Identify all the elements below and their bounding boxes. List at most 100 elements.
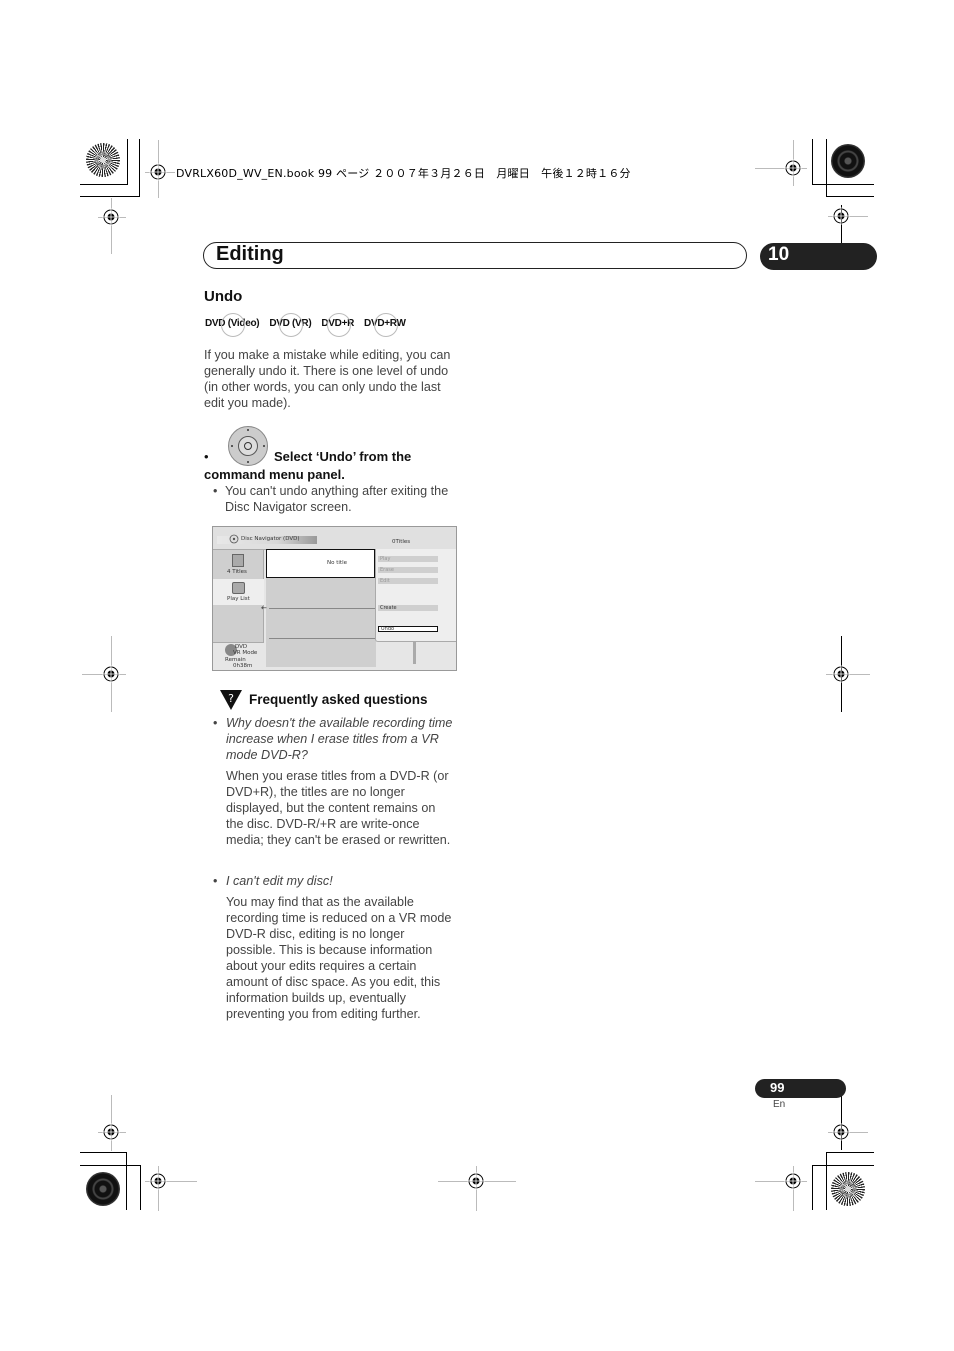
crop-line	[812, 139, 813, 185]
disc-compatibility-badges: DVD (Video) DVD (VR) DVD+R DVD+RW	[204, 312, 407, 337]
text-line: possible. This is because information	[226, 943, 433, 957]
badge-dvd-plus-r: DVD+R	[321, 312, 355, 337]
registration-target-icon	[784, 159, 802, 177]
crop-line	[111, 198, 112, 254]
registration-target-icon	[102, 1123, 120, 1141]
faq-answer: You may find that as the available recor…	[226, 894, 476, 1022]
registration-target-icon	[149, 163, 167, 181]
disc-mode: VR Mode	[233, 650, 258, 656]
playlist-icon	[232, 582, 245, 594]
registration-target-icon	[102, 665, 120, 683]
crop-line	[127, 139, 128, 185]
crop-line	[126, 1152, 127, 1210]
remote-joystick-icon	[228, 426, 268, 466]
text-line: DVD-R disc, editing is no longer	[226, 927, 405, 941]
title-list-item[interactable]: No title	[266, 549, 375, 578]
crop-line	[841, 1090, 842, 1150]
text-line: about your edits requires a certain	[226, 959, 417, 973]
disc-navigator-screenshot: Disc Navigator (DVD) 0Titles 4 Titles Pl…	[212, 526, 457, 671]
tab-label: Play List	[227, 596, 250, 602]
faq-title: Frequently asked questions	[249, 692, 428, 707]
section-title: Undo	[204, 288, 243, 305]
registration-target-icon	[102, 208, 120, 226]
step-instruction-cont: command menu panel.	[204, 467, 345, 482]
crop-line	[80, 184, 128, 185]
registration-wheel-icon	[86, 143, 120, 177]
text-line: recording time is reduced on a VR mode	[226, 911, 452, 925]
tab-label: 4 Titles	[227, 569, 247, 575]
menu-item-erase[interactable]: Erase	[378, 567, 438, 573]
step-instruction: Select ‘Undo’ from the	[274, 449, 412, 464]
badge-dvd-vr: DVD (VR)	[269, 312, 312, 337]
svg-text:?: ?	[228, 692, 234, 705]
text-line: You can't undo anything after exiting th…	[225, 484, 449, 498]
bullet: •	[213, 874, 218, 888]
registration-wheel-icon	[86, 1172, 120, 1206]
crop-line	[812, 1165, 874, 1166]
text-line: Disc Navigator screen.	[225, 500, 352, 514]
text-line: (in other words, you can only undo the l…	[204, 380, 441, 394]
text-line: information builds up, eventually	[226, 991, 406, 1005]
crop-line	[139, 139, 140, 197]
crop-line	[140, 1165, 141, 1210]
remain-value: 0h38m	[233, 663, 253, 669]
page-language: En	[773, 1099, 786, 1110]
screen-title: Disc Navigator (DVD)	[241, 536, 300, 542]
crop-line	[80, 1152, 127, 1153]
tab-titles[interactable]: 4 Titles	[213, 550, 264, 579]
menu-item-play[interactable]: Play	[378, 556, 438, 562]
text-line: generally undo it. There is one level of…	[204, 364, 449, 378]
text-line: increase when I erase titles from a VR	[226, 732, 439, 746]
registration-wheel-icon	[831, 144, 865, 178]
title-count: 0Titles	[392, 539, 411, 545]
crop-line	[826, 139, 827, 197]
page-number: 99	[770, 1080, 785, 1095]
menu-item-create[interactable]: Create	[378, 605, 438, 611]
crop-line	[80, 1165, 141, 1166]
chapter-bar	[203, 242, 747, 269]
crop-line	[80, 196, 140, 197]
badge-dvd-plus-rw: DVD+RW	[364, 312, 406, 337]
registration-target-icon	[784, 1172, 802, 1190]
registration-wheel-icon	[831, 1172, 865, 1206]
crop-line	[812, 184, 874, 185]
text-line: the disc. DVD-R/+R are write-once	[226, 817, 420, 831]
faq-question-icon: ?	[220, 690, 242, 710]
text-line: DVD+R), the titles are no longer	[226, 785, 405, 799]
text-line: When you erase titles from a DVD-R (or	[226, 769, 449, 783]
chapter-title: Editing	[216, 243, 284, 265]
chapter-number: 10	[768, 244, 790, 265]
disc-info: DVD VR Mode Remain 0h38m	[213, 643, 264, 670]
registration-target-icon	[832, 1123, 850, 1141]
crop-line	[826, 1152, 874, 1153]
crop-line	[826, 1152, 827, 1210]
menu-item-edit[interactable]: Edit	[378, 578, 438, 584]
registration-target-icon	[832, 207, 850, 225]
text-line: Why doesn't the available recording time	[226, 716, 453, 730]
text-line: amount of disc space. As you edit, this	[226, 975, 441, 989]
registration-target-icon	[832, 665, 850, 683]
bullet: •	[213, 484, 218, 498]
empty-tab	[213, 605, 264, 643]
text-line: mode DVD-R?	[226, 748, 308, 762]
crop-line	[826, 196, 874, 197]
crop-line	[812, 1165, 813, 1210]
page-number-pill	[755, 1079, 846, 1098]
scrollbar[interactable]	[413, 642, 416, 664]
titles-list-icon	[232, 554, 244, 567]
menu-item-undo[interactable]: Undo	[378, 626, 438, 632]
title-label: No title	[327, 560, 347, 566]
text-line: You may find that as the available	[226, 895, 414, 909]
arrow-left-icon: ←	[261, 604, 267, 612]
command-menu-panel: Play Erase Edit Create Undo	[375, 549, 456, 642]
text-line: I can't edit my disc!	[226, 874, 333, 888]
step-bullet: •	[204, 449, 209, 464]
tab-play-list[interactable]: Play List	[213, 579, 264, 605]
divider	[269, 638, 375, 639]
text-line: preventing you from editing further.	[226, 1007, 421, 1021]
text-line: If you make a mistake while editing, you…	[204, 348, 451, 362]
divider	[269, 608, 375, 609]
faq-answer: When you erase titles from a DVD-R (or D…	[226, 768, 476, 848]
bullet: •	[213, 716, 218, 730]
disc-navigator-icon	[229, 534, 239, 544]
